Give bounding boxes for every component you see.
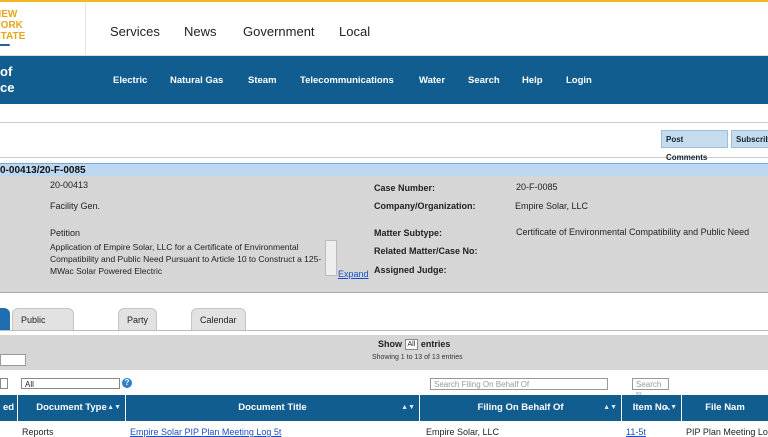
logo-line: NEW [0, 9, 18, 20]
showing-entries-text: Showing 1 to 13 of 13 entries [372, 354, 463, 361]
nav-help[interactable]: Help [522, 75, 543, 86]
post-comments-button[interactable]: Post Comments [661, 130, 728, 162]
tab-party-list[interactable]: Party List (9) [118, 308, 158, 369]
industry-value: Facility Gen. [50, 201, 101, 211]
column-label: File Nam [705, 402, 745, 413]
company-label: Company/Organization: [374, 201, 476, 211]
column-label: Document Title [238, 402, 307, 413]
item-search-input[interactable]: Search fil [632, 378, 669, 400]
agency-name-line: ce [0, 80, 15, 95]
show-entries: Show All entries [378, 339, 451, 351]
agency-name[interactable]: of ce [0, 64, 14, 96]
nav-steam[interactable]: Steam [248, 75, 277, 86]
logo-line: YORK [0, 20, 23, 31]
matter-header: 0-00413/20-F-0085 [0, 163, 768, 177]
nav-water[interactable]: Water [419, 75, 445, 86]
column-filing-on-behalf-of[interactable]: Filing On Behalf Of ▲▼ [420, 395, 622, 421]
tab-public-comments[interactable]: Public Comments (1) [12, 308, 74, 369]
divider [85, 2, 86, 56]
nav-services[interactable]: Services [110, 24, 160, 39]
nav-telecommunications[interactable]: Telecommunications [300, 75, 394, 86]
nav-login[interactable]: Login [566, 75, 592, 86]
logo-line: STATE [0, 31, 26, 42]
column-filters: All ? Search Filing On Behalf Of Search … [0, 376, 768, 400]
tab-calendar[interactable]: Calendar (0) [191, 308, 246, 347]
column-document-type[interactable]: Document Type ▲▼ [18, 395, 126, 421]
column-item-number[interactable]: Item No. ▲▼ [622, 395, 682, 421]
related-matter-label: Related Matter/Case No: [374, 246, 478, 256]
document-type-filter-value: All [25, 380, 34, 389]
nav-electric[interactable]: Electric [113, 75, 147, 86]
column-label: Filing On Behalf Of [477, 402, 564, 413]
row-file-name: PIP Plan Meeting Log [686, 427, 768, 437]
row-document-type: Reports [22, 427, 54, 437]
logo-swoosh-icon [0, 44, 10, 46]
agency-name-line: of [0, 64, 13, 79]
matter-description: Application of Empire Solar, LLC for a C… [50, 242, 322, 276]
description-scrollbar[interactable] [325, 240, 337, 276]
sort-icon: ▲▼ [603, 404, 617, 411]
assigned-judge-label: Assigned Judge: [374, 265, 447, 275]
filing-on-behalf-search[interactable]: Search Filing On Behalf Of [430, 378, 608, 390]
documents-table-header: ed Document Type ▲▼ Document Title ▲▼ Fili… [0, 395, 768, 421]
sort-icon: ▲▼ [401, 404, 415, 411]
row-document-title-link[interactable]: Empire Solar PIP Plan Meeting Log 5t [130, 427, 281, 437]
sort-icon: ▲▼ [107, 404, 121, 411]
entries-label: entries [420, 339, 451, 349]
matter-id: 0-00413/20-F-0085 [0, 165, 86, 176]
matter-number: 20-00413 [50, 180, 89, 190]
table-row: Reports Empire Solar PIP Plan Meeting Lo… [0, 421, 768, 437]
nav-local[interactable]: Local [339, 24, 370, 39]
dps-navigation: of ce Electric Natural Gas Steam Telecom… [0, 56, 768, 104]
column-document-title[interactable]: Document Title ▲▼ [126, 395, 420, 421]
table-search-input[interactable] [0, 354, 26, 366]
entries-select[interactable]: All [404, 339, 419, 351]
top-navigation: NEW YORK STATE Services News Government … [0, 0, 768, 56]
case-number-label: Case Number: [374, 183, 436, 193]
show-label: Show [378, 339, 402, 349]
column-file-name[interactable]: File Nam [682, 395, 768, 421]
date-filter-select[interactable] [0, 378, 8, 389]
table-controls: Show All entries Showing 1 to 13 of 13 e… [0, 335, 768, 370]
subscribe-button[interactable]: Subscrib [731, 130, 768, 148]
document-type-filter[interactable]: All [21, 378, 120, 389]
nav-natural-gas[interactable]: Natural Gas [170, 75, 223, 86]
nav-search[interactable]: Search [468, 75, 500, 86]
nav-news[interactable]: News [184, 24, 217, 39]
company-value: Empire Solar, LLC [515, 201, 589, 211]
nys-logo[interactable]: NEW YORK STATE [0, 6, 40, 50]
matter-toolbar: Post Comments Subscrib [0, 122, 768, 162]
expand-link[interactable]: Expand [338, 269, 369, 279]
column-label: Document Type [36, 402, 107, 413]
matter-subtype-label: Matter Subtype: [374, 228, 443, 238]
column-label: ed [2, 402, 15, 413]
matter-info-panel: 20-00413 Facility Gen. Petition Applicat… [0, 176, 768, 293]
row-item-number-link[interactable]: 11-5t [626, 427, 646, 437]
nav-government[interactable]: Government [243, 24, 315, 39]
matter-type-value: Petition [50, 228, 81, 238]
sort-icon: ▲▼ [663, 404, 677, 411]
case-number-value: 20-F-0085 [516, 182, 558, 192]
help-icon[interactable]: ? [122, 378, 132, 388]
column-date-filed[interactable]: ed [0, 395, 18, 421]
matter-subtype-value: Certificate of Environmental Compatibili… [516, 227, 750, 237]
row-filing-on-behalf-of: Empire Solar, LLC [426, 427, 500, 437]
tab-filed-documents[interactable] [0, 308, 10, 330]
